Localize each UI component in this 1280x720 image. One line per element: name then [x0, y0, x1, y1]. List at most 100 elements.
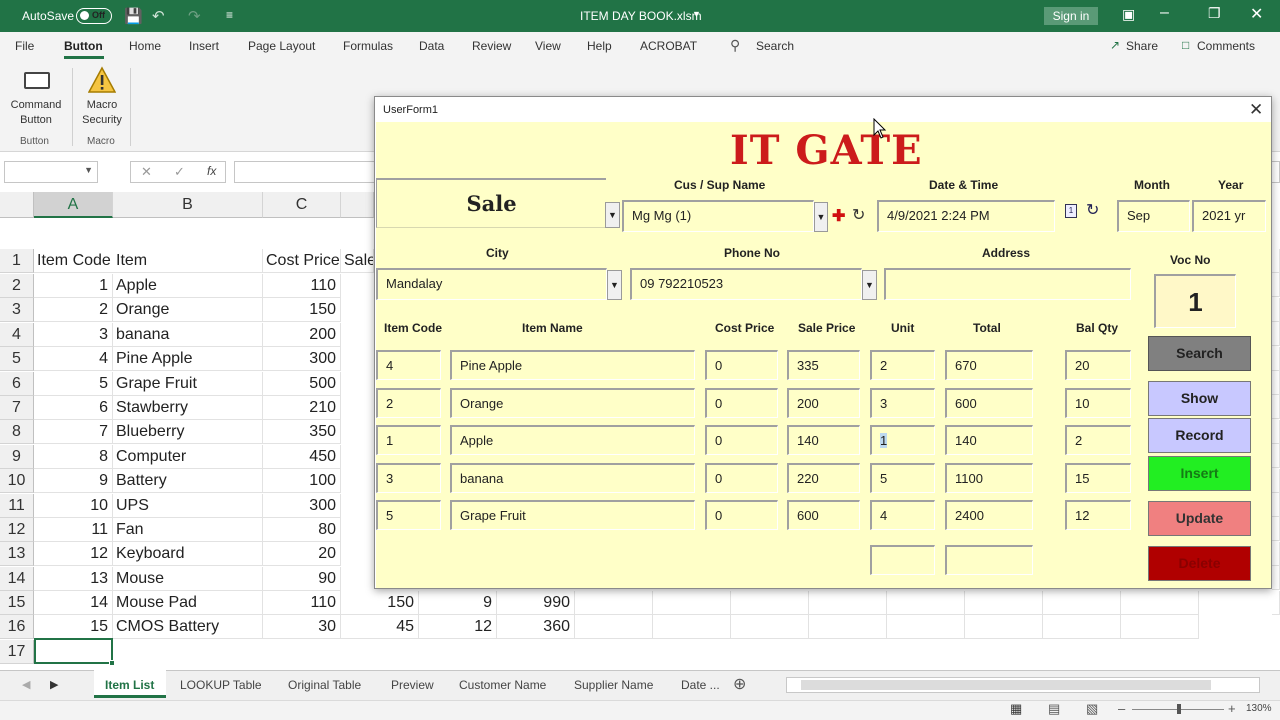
cell-item[interactable]: Computer — [113, 444, 263, 469]
cell-empty[interactable] — [1272, 590, 1280, 615]
tab-review[interactable]: Review — [472, 39, 511, 53]
cell-header-item[interactable]: Item — [113, 249, 263, 273]
row-header[interactable]: 13 — [0, 542, 34, 567]
cell-item-code[interactable]: 6 — [34, 396, 113, 420]
bal-qty-field[interactable]: 10 — [1065, 387, 1131, 418]
search-button[interactable]: Search — [1148, 336, 1251, 371]
total-field[interactable]: 1100 — [945, 462, 1033, 493]
row-header[interactable]: 8 — [0, 420, 34, 445]
cell-empty[interactable] — [1121, 615, 1199, 640]
row-header[interactable]: 14 — [0, 566, 34, 591]
row-header[interactable]: 10 — [0, 469, 34, 494]
cell-empty[interactable] — [1272, 468, 1280, 493]
selected-cell[interactable] — [34, 638, 115, 666]
cell-empty[interactable] — [965, 615, 1043, 640]
delete-button[interactable]: Delete — [1148, 546, 1251, 581]
cell-empty[interactable] — [1043, 615, 1121, 640]
cell-item[interactable]: Keyboard — [113, 542, 263, 567]
sheet-tab-lookup-table[interactable]: LOOKUP Table — [180, 678, 262, 692]
cost-price-field[interactable]: 0 — [705, 500, 778, 531]
command-button-icon[interactable] — [24, 72, 50, 89]
macro-security-tool[interactable]: Macro Security — [74, 98, 130, 128]
row-header[interactable]: 11 — [0, 493, 34, 518]
macro-security-icon[interactable] — [88, 66, 116, 94]
tab-view[interactable]: View — [535, 39, 561, 53]
cell-item-code[interactable]: 14 — [34, 591, 113, 615]
cell-cost-price[interactable]: 30 — [263, 615, 341, 640]
phone-combo[interactable]: 09 792210523 — [630, 268, 862, 300]
zoom-in-icon[interactable]: + — [1228, 701, 1236, 716]
customize-toolbar-icon[interactable]: ≡ — [226, 8, 233, 22]
search-icon[interactable]: ⚲ — [730, 37, 740, 54]
row-header[interactable]: 16 — [0, 615, 34, 640]
cell-item[interactable]: banana — [113, 322, 263, 347]
row-header[interactable]: 7 — [0, 396, 34, 420]
cell-item-code[interactable]: 10 — [34, 493, 113, 518]
next-sheet-icon[interactable]: ▶ — [50, 678, 58, 691]
normal-view-icon[interactable]: ▦ — [1010, 701, 1022, 717]
sheet-tab-customer-name[interactable]: Customer Name — [459, 678, 546, 692]
cell-cost-price[interactable]: 80 — [263, 518, 341, 542]
month-field[interactable]: Sep — [1117, 200, 1190, 232]
item-name-field[interactable]: Grape Fruit — [450, 500, 695, 531]
cell-empty[interactable] — [653, 591, 731, 615]
cell-sale-price[interactable]: 150 — [341, 591, 419, 615]
cell-item[interactable]: UPS — [113, 493, 263, 518]
sale-price-field[interactable]: 200 — [787, 387, 860, 418]
comments-icon[interactable]: □ — [1182, 38, 1189, 52]
cell-empty[interactable] — [1272, 566, 1280, 591]
cell-cost-price[interactable]: 300 — [263, 493, 341, 518]
unit-field[interactable]: 1 — [870, 425, 935, 456]
cell-empty[interactable] — [809, 591, 887, 615]
cell-item[interactable]: Stawberry — [113, 396, 263, 420]
enter-icon[interactable]: ✓ — [174, 164, 185, 180]
cell-item-code[interactable]: 2 — [34, 298, 113, 323]
cell-header-item-code[interactable]: Item Code — [34, 249, 113, 273]
sale-price-field[interactable]: 600 — [787, 500, 860, 531]
cell-item-code[interactable]: 15 — [34, 615, 113, 640]
cell-item-code[interactable]: 4 — [34, 347, 113, 372]
item-code-field[interactable]: 4 — [376, 350, 441, 380]
sheet-tab-preview[interactable]: Preview — [391, 678, 434, 692]
row-header[interactable]: 12 — [0, 518, 34, 542]
comments-button[interactable]: Comments — [1197, 39, 1255, 53]
row-header[interactable]: 9 — [0, 444, 34, 469]
unit-sum-field[interactable] — [870, 545, 935, 575]
sheet-tab-date[interactable]: Date ... — [681, 678, 720, 692]
tab-data[interactable]: Data — [419, 39, 444, 53]
unit-field[interactable]: 4 — [870, 500, 935, 531]
type-combo[interactable]: Sale — [376, 178, 606, 228]
cell-empty[interactable] — [1043, 591, 1121, 615]
page-layout-view-icon[interactable]: ▤ — [1048, 701, 1060, 717]
restore-icon[interactable]: ❐ — [1208, 5, 1221, 22]
sign-in-button[interactable]: Sign in — [1044, 7, 1098, 25]
total-field[interactable]: 2400 — [945, 500, 1033, 531]
tab-formulas[interactable]: Formulas — [343, 39, 393, 53]
cell-empty[interactable] — [1272, 249, 1280, 273]
cell-total[interactable]: 360 — [497, 615, 575, 640]
redo-icon[interactable]: ↷ — [188, 7, 201, 25]
year-field[interactable]: 2021 yr — [1192, 200, 1266, 232]
cell-empty[interactable] — [1272, 395, 1280, 420]
item-code-field[interactable]: 3 — [376, 462, 441, 493]
item-code-field[interactable]: 5 — [376, 500, 441, 531]
save-icon[interactable]: 💾 — [124, 7, 143, 25]
cell-empty[interactable] — [1272, 322, 1280, 347]
cell-empty[interactable] — [1272, 371, 1280, 395]
ribbon-search[interactable]: Search — [756, 39, 794, 53]
cell-item[interactable]: Mouse — [113, 566, 263, 591]
tab-insert[interactable]: Insert — [189, 39, 219, 53]
share-button[interactable]: Share — [1126, 39, 1158, 53]
cell-item-code[interactable]: 8 — [34, 444, 113, 469]
total-field[interactable]: 600 — [945, 387, 1033, 418]
cell-cost-price[interactable]: 350 — [263, 420, 341, 445]
type-dropdown-button[interactable]: ▼ — [605, 202, 620, 228]
column-header-b[interactable]: B — [113, 192, 263, 218]
cell-item[interactable]: Grape Fruit — [113, 371, 263, 396]
prev-sheet-icon[interactable]: ◀ — [22, 678, 30, 691]
cell-cost-price[interactable]: 210 — [263, 396, 341, 420]
sheet-tab-original-table[interactable]: Original Table — [288, 678, 361, 692]
add-sheet-icon[interactable]: ⊕ — [733, 674, 746, 694]
share-icon[interactable]: ↗ — [1110, 38, 1120, 52]
sheet-tab-item-list[interactable]: Item List — [105, 678, 154, 692]
